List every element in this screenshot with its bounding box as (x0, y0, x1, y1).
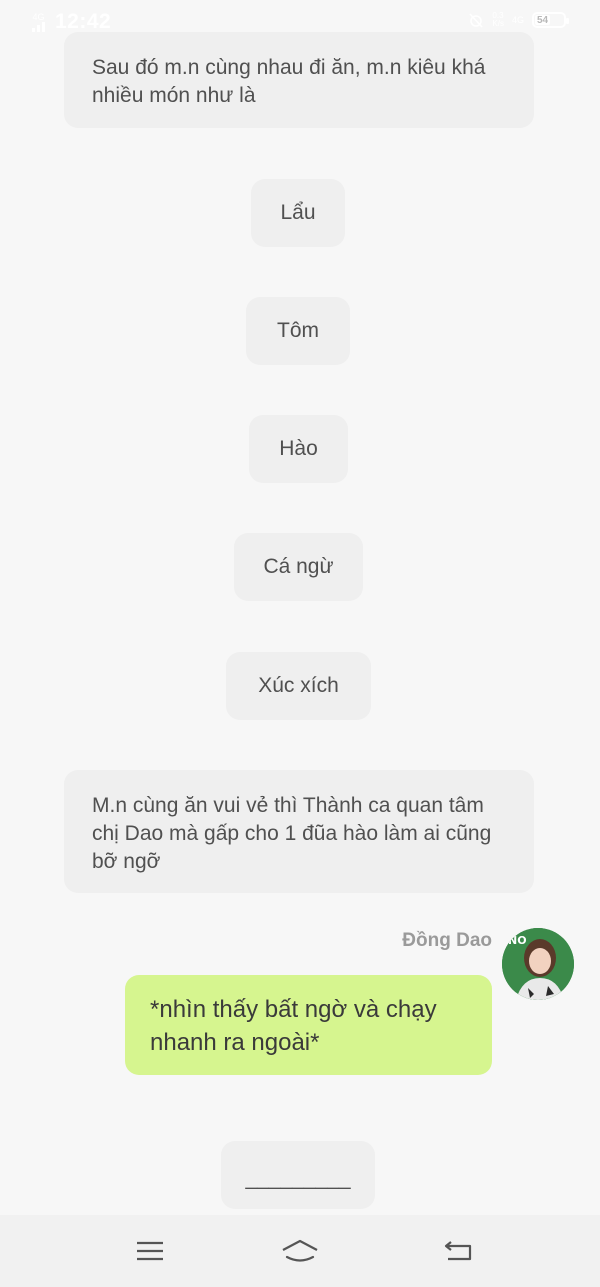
reply-input-placeholder: _________ (245, 1167, 351, 1190)
chat-screen: 4G 12:42 0.3 K/s 4G 54 Sau đó m.n cùng n… (0, 0, 600, 1287)
alarm-off-icon (469, 13, 484, 28)
clock: 12:42 (55, 10, 112, 33)
choice-item-ca-ngu[interactable]: Cá ngừ (234, 533, 363, 601)
home-button[interactable] (278, 1233, 322, 1269)
battery-level: 54 (535, 14, 551, 26)
navigation-bar (0, 1215, 600, 1287)
menu-button[interactable] (128, 1233, 172, 1269)
menu-icon (137, 1241, 163, 1261)
avatar-image: NO (502, 928, 574, 1000)
user-message-text: *nhìn thấy bất ngờ và chạy nhanh ra ngoà… (150, 996, 437, 1056)
status-left: 4G 12:42 (32, 10, 111, 34)
sender-name: Đồng Dao (402, 930, 492, 951)
narration-text-2: M.n cùng ăn vui vẻ thì Thành ca quan tâm… (92, 794, 492, 873)
reply-input[interactable]: _________ (221, 1141, 375, 1209)
svg-text:NO: NO (508, 934, 527, 947)
narration-bubble-2: M.n cùng ăn vui vẻ thì Thành ca quan tâm… (64, 770, 534, 893)
network-type-label: 4G (32, 11, 45, 22)
signal-icon (32, 21, 45, 32)
speed-unit: K/s (492, 19, 504, 28)
status-right: 0.3 K/s 4G 54 (468, 12, 569, 28)
choice-item-hao[interactable]: Hào (249, 415, 348, 483)
choice-item-lau[interactable]: Lẩu (251, 179, 345, 247)
choice-item-xuc-xich[interactable]: Xúc xích (226, 652, 371, 720)
choice-label: Cá ngừ (263, 555, 334, 578)
network-type-right: 4G (511, 15, 524, 25)
narration-text-1: Sau đó m.n cùng nhau đi ăn, m.n kiêu khá… (92, 56, 486, 107)
choice-label: Xúc xích (258, 674, 339, 697)
narration-bubble-1: Sau đó m.n cùng nhau đi ăn, m.n kiêu khá… (64, 32, 534, 128)
choice-label: Lẩu (280, 201, 316, 224)
network-indicator: 4G (32, 11, 45, 32)
back-button[interactable] (436, 1233, 480, 1269)
avatar[interactable]: NO (502, 928, 574, 1000)
back-icon (444, 1241, 472, 1261)
battery-icon: 54 (532, 12, 569, 28)
choice-label: Tôm (277, 319, 319, 342)
user-message-bubble: *nhìn thấy bất ngờ và chạy nhanh ra ngoà… (125, 975, 492, 1075)
network-speed: 0.3 K/s (492, 12, 504, 28)
choice-label: Hào (279, 437, 318, 460)
home-icon (282, 1239, 318, 1262)
choice-item-tom[interactable]: Tôm (246, 297, 350, 365)
